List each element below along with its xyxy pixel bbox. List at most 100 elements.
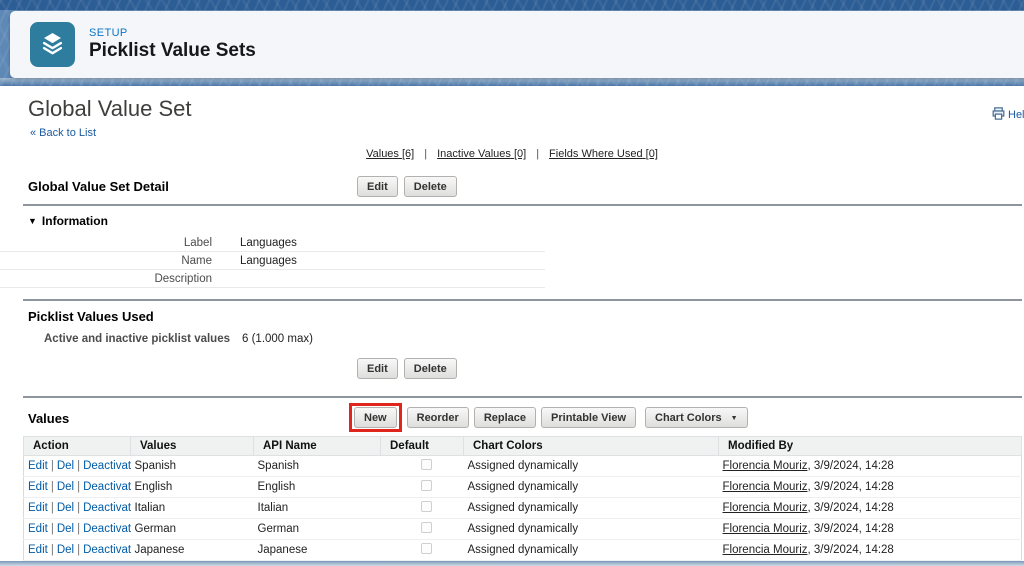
action-separator: | <box>77 460 81 472</box>
del-link[interactable]: Del <box>57 523 74 535</box>
api-name-cell: German <box>253 518 381 540</box>
modified-date: , 3/9/2024, 14:28 <box>807 523 894 535</box>
values-table: Action Values API Name Default Chart Col… <box>23 436 1022 566</box>
column-header-modified-by[interactable]: Modified By <box>718 436 1022 456</box>
back-to-list-link[interactable]: « Back to List <box>30 127 96 139</box>
default-checkbox[interactable] <box>420 522 432 533</box>
modified-by-cell: Florencia Mouriz, 3/9/2024, 14:28 <box>718 497 1022 519</box>
section-divider <box>23 204 1022 206</box>
page-title: Global Value Set <box>28 96 192 121</box>
modified-by-cell: Florencia Mouriz, 3/9/2024, 14:28 <box>718 476 1022 498</box>
fields-where-used-link[interactable]: Fields Where Used [0] <box>549 148 658 160</box>
deactivate-link[interactable]: Deactivate <box>83 544 130 556</box>
action-separator: | <box>50 523 54 535</box>
chart-colors-dropdown-button[interactable]: Chart Colors ▼ <box>645 407 748 428</box>
table-row: Edit|Del|Deactivate Spanish Spanish Assi… <box>23 455 1022 477</box>
action-separator: | <box>77 544 81 556</box>
deactivate-link[interactable]: Deactivate <box>83 481 130 493</box>
value-cell: Japanese <box>130 539 254 561</box>
deactivate-link[interactable]: Deactivate <box>83 523 130 535</box>
edit-button[interactable]: Edit <box>357 176 398 197</box>
delete-button[interactable]: Delete <box>403 176 457 197</box>
column-header-default[interactable]: Default <box>380 436 464 456</box>
delete-button[interactable]: Delete <box>403 358 457 379</box>
edit-link[interactable]: Edit <box>28 502 48 514</box>
setup-header-card: SETUP Picklist Value Sets <box>10 11 1024 78</box>
default-checkbox[interactable] <box>420 501 432 512</box>
related-links-row: Values [6] | Inactive Values [0] | Fields Wh… <box>0 148 1024 160</box>
help-label: Help <box>1008 109 1024 121</box>
row-actions: Edit|Del|Deactivate <box>23 497 131 519</box>
modified-by-link[interactable]: Florencia Mouriz <box>723 502 808 514</box>
column-header-chart-colors[interactable]: Chart Colors <box>463 436 719 456</box>
default-cell <box>380 455 464 477</box>
del-link[interactable]: Del <box>57 481 74 493</box>
values-count-link[interactable]: Values [6] <box>366 148 414 160</box>
edit-button[interactable]: Edit <box>357 358 398 379</box>
help-link[interactable]: Help <box>991 106 1024 124</box>
field-row-name: Name Languages <box>0 252 545 270</box>
action-separator: | <box>77 481 81 493</box>
section-divider <box>23 299 1022 301</box>
chart-colors-cell: Assigned dynamically <box>463 539 719 561</box>
values-section-title: Values <box>28 411 70 426</box>
edit-link[interactable]: Edit <box>28 481 48 493</box>
printable-view-button[interactable]: Printable View <box>541 407 637 428</box>
deactivate-link[interactable]: Deactivate <box>83 460 130 472</box>
default-cell <box>380 497 464 519</box>
setup-label: SETUP <box>89 27 128 39</box>
modified-date: , 3/9/2024, 14:28 <box>807 460 894 472</box>
modified-date: , 3/9/2024, 14:28 <box>807 502 894 514</box>
detail-section-title: Global Value Set Detail <box>28 179 169 194</box>
usage-section-title: Picklist Values Used <box>28 309 154 324</box>
row-actions: Edit|Del|Deactivate <box>23 476 131 498</box>
del-link[interactable]: Del <box>57 502 74 514</box>
chart-colors-cell: Assigned dynamically <box>463 518 719 540</box>
default-checkbox[interactable] <box>420 459 432 470</box>
default-checkbox[interactable] <box>420 480 432 491</box>
value-cell: Italian <box>130 497 254 519</box>
layers-icon <box>39 29 66 61</box>
table-row: Edit|Del|Deactivate Japanese Japanese As… <box>23 539 1022 561</box>
edit-link[interactable]: Edit <box>28 523 48 535</box>
column-header-api-name[interactable]: API Name <box>253 436 381 456</box>
action-separator: | <box>50 460 54 472</box>
api-name-cell: Japanese <box>253 539 381 561</box>
default-checkbox[interactable] <box>420 543 432 554</box>
column-header-values[interactable]: Values <box>130 436 254 456</box>
inactive-values-link[interactable]: Inactive Values [0] <box>437 148 526 160</box>
column-header-action[interactable]: Action <box>23 436 131 456</box>
modified-date: , 3/9/2024, 14:28 <box>807 481 894 493</box>
edit-link[interactable]: Edit <box>28 460 48 472</box>
modified-by-link[interactable]: Florencia Mouriz <box>723 460 808 472</box>
del-link[interactable]: Del <box>57 460 74 472</box>
setup-header-band: SETUP Picklist Value Sets <box>0 0 1024 86</box>
api-name-cell: Spanish <box>253 455 381 477</box>
api-name-cell: Italian <box>253 497 381 519</box>
modified-by-cell: Florencia Mouriz, 3/9/2024, 14:28 <box>718 518 1022 540</box>
new-button[interactable]: New <box>354 407 397 428</box>
modified-by-link[interactable]: Florencia Mouriz <box>723 481 808 493</box>
default-cell <box>380 476 464 498</box>
modified-by-link[interactable]: Florencia Mouriz <box>723 523 808 535</box>
information-section-header[interactable]: ▼ Information <box>28 214 1024 228</box>
app-title: Picklist Value Sets <box>89 40 256 61</box>
default-cell <box>380 539 464 561</box>
picklist-app-icon <box>30 22 75 67</box>
value-cell: English <box>130 476 254 498</box>
usage-value: 6 (1.000 max) <box>242 333 313 345</box>
chart-colors-cell: Assigned dynamically <box>463 476 719 498</box>
edit-link[interactable]: Edit <box>28 544 48 556</box>
replace-button[interactable]: Replace <box>473 407 537 428</box>
del-link[interactable]: Del <box>57 544 74 556</box>
action-separator: | <box>50 481 54 493</box>
deactivate-link[interactable]: Deactivate <box>83 502 130 514</box>
reorder-button[interactable]: Reorder <box>406 407 469 428</box>
modified-by-link[interactable]: Florencia Mouriz <box>723 544 808 556</box>
nav-separator: | <box>536 148 540 160</box>
table-header-row: Action Values API Name Default Chart Col… <box>23 436 1022 456</box>
chevron-down-icon: ▼ <box>730 414 738 422</box>
action-separator: | <box>50 544 54 556</box>
field-row-label: Label Languages <box>0 234 545 252</box>
collapse-triangle-icon: ▼ <box>28 216 37 226</box>
